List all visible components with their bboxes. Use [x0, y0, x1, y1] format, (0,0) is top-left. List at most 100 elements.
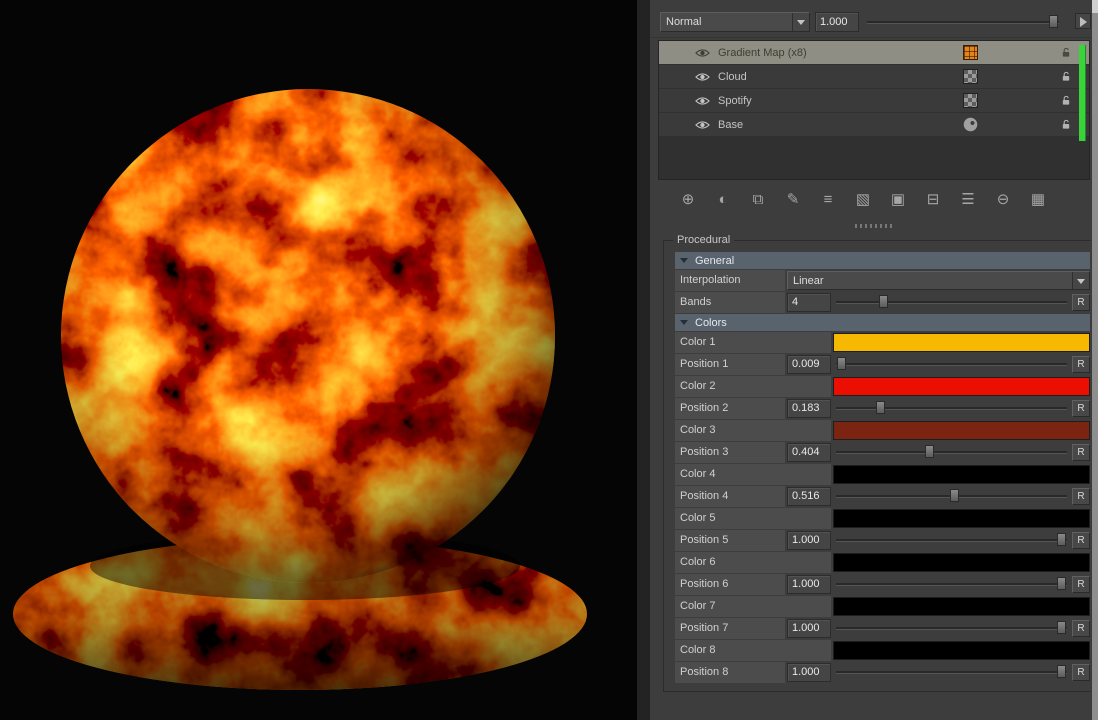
position-value[interactable]: 1.000 — [787, 619, 831, 638]
position-row: Position 2 0.183 R — [675, 398, 1090, 419]
layer-row[interactable]: Gradient Map (x8) — [659, 41, 1089, 65]
slider-handle[interactable] — [1049, 15, 1058, 28]
section-label: Colors — [695, 317, 727, 329]
reset-button[interactable]: R — [1072, 532, 1090, 549]
bands-label: Bands — [675, 292, 785, 313]
reset-button[interactable]: R — [1072, 356, 1090, 373]
visibility-eye-icon[interactable] — [695, 48, 711, 58]
layer-thumbnail[interactable] — [963, 117, 978, 132]
color-swatch[interactable] — [833, 377, 1090, 396]
layer-amount-field[interactable]: 1.000 — [815, 12, 859, 32]
layer-row[interactable]: Spotify — [659, 89, 1089, 113]
layer-grid-icon[interactable]: ▦ — [1026, 188, 1050, 212]
position-slider[interactable] — [835, 486, 1068, 507]
unlock-icon[interactable] — [1060, 95, 1072, 110]
position-value[interactable]: 0.516 — [787, 487, 831, 506]
flyout-button[interactable] — [1075, 13, 1091, 29]
duplicate-layer-icon[interactable]: ⧉ — [746, 188, 770, 212]
interpolation-dropdown[interactable]: Linear — [787, 271, 1090, 290]
slider-track — [836, 407, 1067, 410]
position-value[interactable]: 1.000 — [787, 531, 831, 550]
position-row: Position 7 1.000 R — [675, 618, 1090, 639]
unlock-icon[interactable] — [1060, 119, 1072, 134]
visibility-eye-icon[interactable] — [695, 72, 711, 82]
position-slider[interactable] — [835, 662, 1068, 683]
slider-handle[interactable] — [879, 295, 888, 308]
position-value[interactable]: 0.009 — [787, 355, 831, 374]
add-graph-layer-icon[interactable]: ✎ — [781, 188, 805, 212]
add-noise-layer-icon[interactable]: ▧ — [851, 188, 875, 212]
position-slider[interactable] — [835, 354, 1068, 375]
color-swatch[interactable] — [833, 509, 1090, 528]
section-colors[interactable]: Colors — [675, 314, 1090, 331]
color-swatch[interactable] — [833, 553, 1090, 572]
color-label: Color 3 — [675, 420, 831, 441]
layer-row[interactable]: Base — [659, 113, 1089, 137]
position-value[interactable]: 1.000 — [787, 575, 831, 594]
position-slider[interactable] — [835, 574, 1068, 595]
position-value[interactable]: 0.404 — [787, 443, 831, 462]
visibility-eye-icon[interactable] — [695, 120, 711, 130]
reset-button[interactable]: R — [1072, 488, 1090, 505]
slider-handle[interactable] — [950, 489, 959, 502]
vertical-scrollbar[interactable] — [1091, 0, 1098, 720]
slider-handle[interactable] — [1057, 577, 1066, 590]
slider-handle[interactable] — [1057, 621, 1066, 634]
slider-handle[interactable] — [925, 445, 934, 458]
position-value[interactable]: 1.000 — [787, 663, 831, 682]
reset-button[interactable]: R — [1072, 444, 1090, 461]
bands-slider[interactable] — [835, 292, 1068, 313]
color-swatch[interactable] — [833, 421, 1090, 440]
slider-handle[interactable] — [837, 357, 846, 370]
reset-button[interactable]: R — [1072, 576, 1090, 593]
position-value[interactable]: 0.183 — [787, 399, 831, 418]
slider-handle[interactable] — [1057, 665, 1066, 678]
position-slider[interactable] — [835, 618, 1068, 639]
remove-layer-icon[interactable]: ⊖ — [991, 188, 1015, 212]
position-slider[interactable] — [835, 530, 1068, 551]
palette-splitter-handle[interactable] — [855, 224, 893, 228]
layer-name: Cloud — [718, 71, 747, 83]
color-label: Color 1 — [675, 332, 831, 353]
reset-button[interactable]: R — [1072, 664, 1090, 681]
unlock-icon[interactable] — [1060, 71, 1072, 86]
add-adjustment-stack-icon[interactable]: ≡ — [816, 188, 840, 212]
panel-splitter[interactable] — [637, 0, 650, 720]
color-swatch[interactable] — [833, 641, 1090, 660]
layer-row[interactable]: Cloud — [659, 65, 1089, 89]
layers-properties-panel: Normal 1.000 Gradient Map (x8) — [650, 0, 1098, 720]
collapse-triangle-icon — [680, 320, 688, 329]
3d-viewport[interactable] — [0, 0, 637, 720]
slider-handle[interactable] — [1057, 533, 1066, 546]
color-label: Color 5 — [675, 508, 831, 529]
add-group-icon[interactable]: ▣ — [886, 188, 910, 212]
position-row: Position 8 1.000 R — [675, 662, 1090, 683]
layer-name: Spotify — [718, 95, 752, 107]
slider-handle[interactable] — [876, 401, 885, 414]
reset-button[interactable]: R — [1072, 620, 1090, 637]
visibility-eye-icon[interactable] — [695, 96, 711, 106]
layer-amount-slider[interactable] — [866, 12, 1060, 32]
reset-button[interactable]: R — [1072, 400, 1090, 417]
position-label: Position 7 — [675, 618, 785, 639]
layer-thumbnail[interactable] — [963, 45, 978, 60]
layer-stack-icon[interactable]: ☰ — [956, 188, 980, 212]
color-swatch[interactable] — [833, 597, 1090, 616]
color-row: Color 1 — [675, 332, 1090, 353]
position-slider[interactable] — [835, 442, 1068, 463]
color-swatch[interactable] — [833, 333, 1090, 352]
unlock-icon[interactable] — [1060, 47, 1072, 62]
position-row: Position 1 0.009 R — [675, 354, 1090, 375]
color-swatch[interactable] — [833, 465, 1090, 484]
add-adjustment-layer-icon[interactable]: ◐ — [711, 188, 735, 212]
reset-button[interactable]: R — [1072, 294, 1090, 311]
add-paint-layer-icon[interactable]: ⊕ — [676, 188, 700, 212]
color-label: Color 4 — [675, 464, 831, 485]
position-slider[interactable] — [835, 398, 1068, 419]
bands-value[interactable]: 4 — [787, 293, 831, 312]
section-general[interactable]: General — [675, 252, 1090, 269]
blend-mode-dropdown[interactable]: Normal — [660, 12, 810, 32]
merge-layers-icon[interactable]: ⊟ — [921, 188, 945, 212]
layer-thumbnail[interactable] — [963, 69, 978, 84]
layer-thumbnail[interactable] — [963, 93, 978, 108]
